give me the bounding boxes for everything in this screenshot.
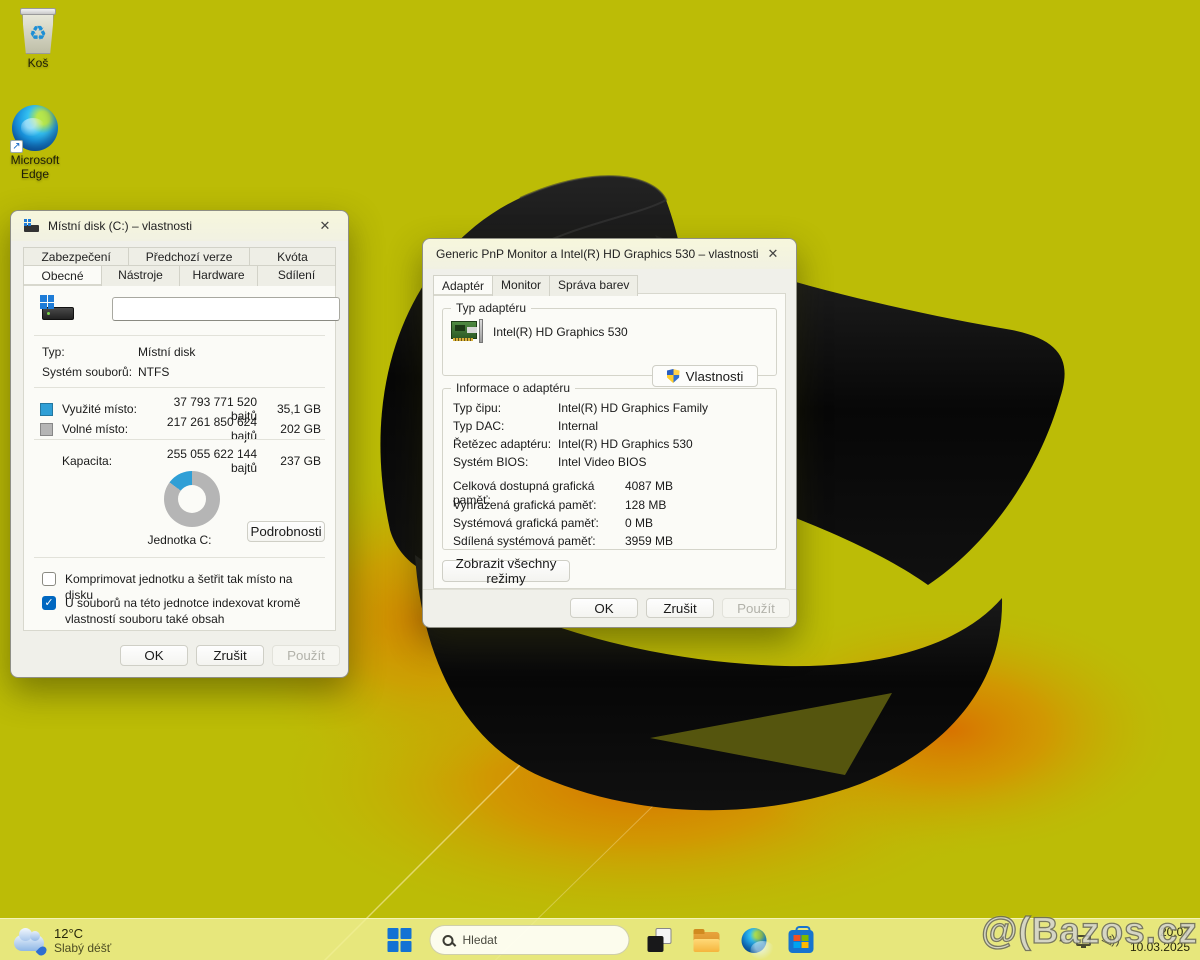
chip-type-label: Typ čipu: <box>453 401 558 415</box>
adapter-name: Intel(R) HD Graphics 530 <box>493 325 628 339</box>
free-space-label: Volné místo: <box>62 422 156 436</box>
recycle-symbol-icon: ♻ <box>29 24 47 44</box>
system-memory-label: Systémová grafická paměť: <box>453 516 625 530</box>
adapter-properties-button-label: Vlastnosti <box>686 369 744 384</box>
tab-adapter[interactable]: Adaptér <box>433 275 493 296</box>
adapter-properties-dialog: Generic PnP Monitor a Intel(R) HD Graphi… <box>422 238 797 628</box>
store-icon <box>788 930 813 953</box>
free-space-swatch <box>40 423 53 436</box>
tab-monitor[interactable]: Monitor <box>492 275 550 296</box>
close-icon[interactable]: ✕ <box>760 243 786 265</box>
task-view-icon <box>648 928 672 952</box>
microsoft-store-button[interactable] <box>784 923 818 957</box>
adapter-dialog-title: Generic PnP Monitor a Intel(R) HD Graphi… <box>436 247 760 261</box>
cancel-button[interactable]: Zrušit <box>646 598 714 618</box>
search-placeholder: Hledat <box>463 933 498 947</box>
filesystem-label: Systém souborů: <box>42 365 138 379</box>
tab-nastroje[interactable]: Nástroje <box>101 265 180 286</box>
capacity-bytes: 255 055 622 144 bajtů <box>156 447 257 475</box>
tab-obecne[interactable]: Obecné <box>23 265 102 286</box>
apply-button[interactable]: Použít <box>272 645 340 666</box>
edge-icon <box>741 928 766 953</box>
disk-properties-dialog: Místní disk (C:) – vlastnosti ✕ Zabezpeč… <box>10 210 349 678</box>
index-contents-checkbox-row[interactable]: ✓ U souborů na této jednotce indexovat k… <box>42 595 321 627</box>
desktop-icon-label: Koš <box>28 57 49 71</box>
dac-type-value: Internal <box>558 419 768 433</box>
close-icon[interactable]: ✕ <box>312 215 338 237</box>
tab-predchozi-verze[interactable]: Předchozí verze <box>128 247 250 267</box>
bios-value: Intel Video BIOS <box>558 455 768 469</box>
dedicated-memory-label: Vyhrazená grafická paměť: <box>453 498 625 512</box>
graphics-card-icon <box>449 317 485 345</box>
details-button[interactable]: Podrobnosti <box>247 521 325 542</box>
disk-usage-donut-chart <box>164 471 220 527</box>
drive-icon <box>24 219 40 233</box>
capacity-label: Kapacita: <box>62 454 156 468</box>
uac-shield-icon <box>667 369 680 383</box>
free-space-size: 202 GB <box>257 422 321 436</box>
adapter-type-group-title: Typ adaptéru <box>451 301 531 315</box>
desktop-icon-microsoft-edge[interactable]: ↗ Microsoft Edge <box>0 105 73 182</box>
dac-type-label: Typ DAC: <box>453 419 558 433</box>
index-contents-label: U souborů na této jednotce indexovat kro… <box>65 595 321 627</box>
disk-general-tab-page: Typ: Místní disk Systém souborů: NTFS Vy… <box>23 282 336 631</box>
tab-zabezpeceni[interactable]: Zabezpečení <box>23 247 129 267</box>
disk-dialog-titlebar[interactable]: Místní disk (C:) – vlastnosti ✕ <box>11 211 348 241</box>
shared-memory-value: 3959 MB <box>625 534 768 548</box>
tab-kvota[interactable]: Kvóta <box>249 247 336 267</box>
edge-taskbar-button[interactable] <box>737 923 771 957</box>
adapter-dialog-titlebar[interactable]: Generic PnP Monitor a Intel(R) HD Graphi… <box>423 239 796 269</box>
used-space-swatch <box>40 403 53 416</box>
desktop-icon-label: Microsoft Edge <box>0 154 73 182</box>
adapter-string-label: Řetězec adaptéru: <box>453 437 558 451</box>
shortcut-arrow-icon: ↗ <box>10 140 23 153</box>
taskbar-weather-widget[interactable]: 12°C Slabý déšť <box>14 922 111 958</box>
chip-type-value: Intel(R) HD Graphics Family <box>558 401 768 415</box>
tab-sprava-barev[interactable]: Správa barev <box>549 275 638 296</box>
bazos-watermark: @(Bazos.cz <box>981 910 1198 952</box>
weather-rain-cloud-icon <box>14 935 44 951</box>
volume-label-input[interactable] <box>112 297 340 321</box>
adapter-type-group: Typ adaptéru Intel(R) HD Graphics 530 Vl… <box>442 308 777 376</box>
drive-icon-large <box>40 295 76 323</box>
weather-temperature: 12°C <box>54 926 111 941</box>
ok-button[interactable]: OK <box>570 598 638 618</box>
used-space-size: 35,1 GB <box>257 402 321 416</box>
capacity-size: 237 GB <box>257 454 321 468</box>
tab-sdileni[interactable]: Sdílení <box>257 265 336 286</box>
adapter-tab-page: Typ adaptéru Intel(R) HD Graphics 530 Vl… <box>433 293 786 589</box>
adapter-string-value: Intel(R) HD Graphics 530 <box>558 437 768 451</box>
adapter-info-group: Informace o adaptéru Typ čipu:Intel(R) H… <box>442 388 777 550</box>
show-all-modes-button[interactable]: Zobrazit všechny režimy <box>442 560 570 582</box>
system-memory-value: 0 MB <box>625 516 768 530</box>
file-explorer-button[interactable] <box>690 923 724 957</box>
used-space-label: Využité místo: <box>62 402 156 416</box>
shared-memory-label: Sdílená systémová paměť: <box>453 534 625 548</box>
disk-dialog-title: Místní disk (C:) – vlastnosti <box>48 219 312 233</box>
windows-logo-icon <box>388 928 412 952</box>
desktop-icon-recycle-bin[interactable]: ♻ Koš <box>0 8 76 71</box>
task-view-button[interactable] <box>643 923 677 957</box>
dedicated-memory-value: 128 MB <box>625 498 768 512</box>
compress-drive-checkbox[interactable] <box>42 572 56 586</box>
index-contents-checkbox[interactable]: ✓ <box>42 596 56 610</box>
recycle-bin-icon: ♻ <box>18 8 58 54</box>
weather-condition: Slabý déšť <box>54 941 111 955</box>
taskbar-search-box[interactable]: Hledat <box>430 925 630 955</box>
type-label: Typ: <box>42 345 138 359</box>
type-value: Místní disk <box>138 345 195 359</box>
apply-button[interactable]: Použít <box>722 598 790 618</box>
adapter-properties-button[interactable]: Vlastnosti <box>652 365 758 387</box>
cancel-button[interactable]: Zrušit <box>196 645 264 666</box>
folder-icon <box>694 932 720 952</box>
tab-hardware[interactable]: Hardware <box>179 265 258 286</box>
start-button[interactable] <box>383 923 417 957</box>
search-icon <box>443 935 454 946</box>
ok-button[interactable]: OK <box>120 645 188 666</box>
bios-label: Systém BIOS: <box>453 455 558 469</box>
adapter-info-group-title: Informace o adaptéru <box>451 381 575 395</box>
filesystem-value: NTFS <box>138 365 169 379</box>
